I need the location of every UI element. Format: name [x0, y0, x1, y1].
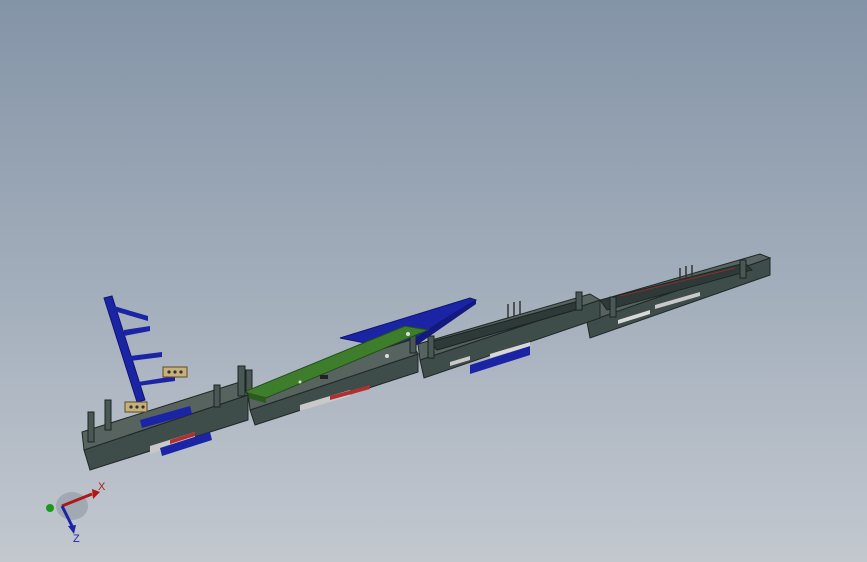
module-2[interactable]: [245, 334, 419, 426]
y-axis-point-icon: [46, 504, 54, 512]
graphics-viewport[interactable]: X Z: [0, 0, 867, 562]
assembly-model[interactable]: [0, 0, 867, 562]
module-3[interactable]: [417, 291, 602, 379]
axis-triad: X Z: [46, 481, 106, 545]
x-axis-label: X: [98, 481, 106, 493]
module-4[interactable]: [586, 253, 772, 339]
z-axis-label: Z: [73, 533, 80, 545]
